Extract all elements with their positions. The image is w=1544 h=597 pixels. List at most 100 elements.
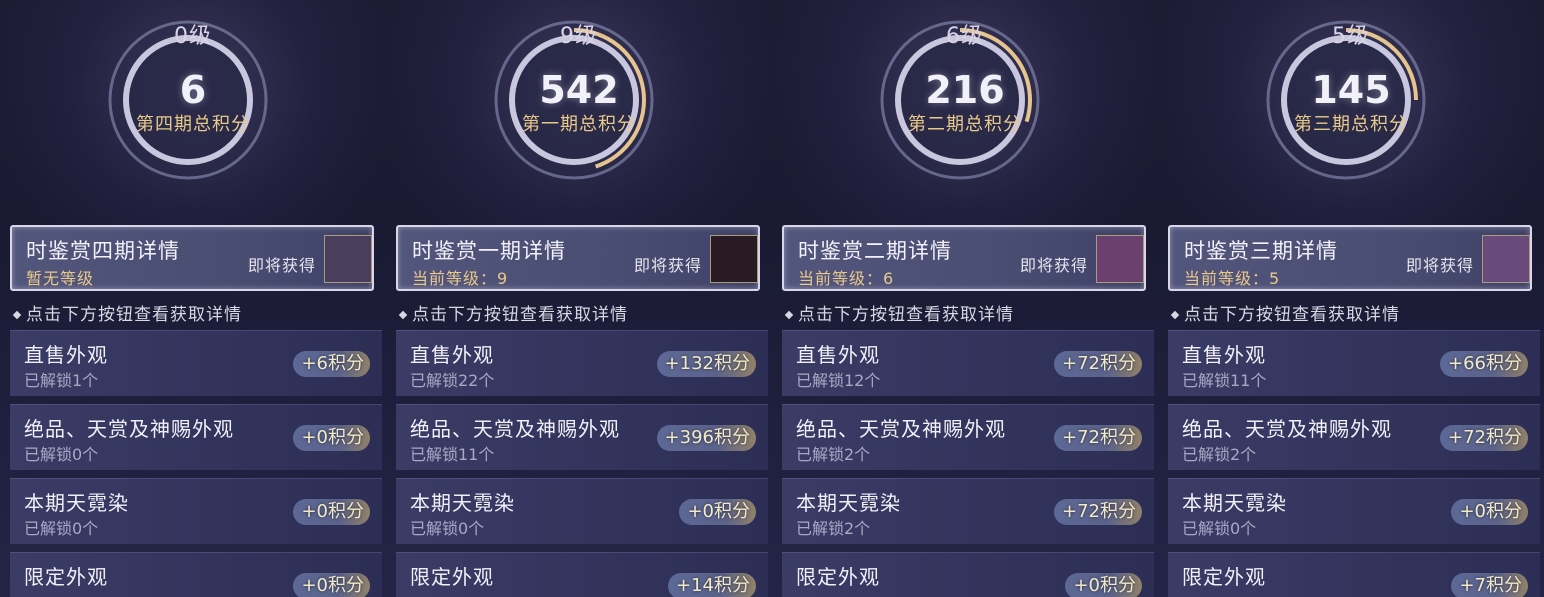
row-unlocked: 已解锁2个 — [1182, 445, 1257, 464]
upcoming-reward-label: 即将获得 — [634, 256, 703, 275]
season-panel-4: 0级 6 第四期总积分 时鉴赏四期详情 暂无等级 即将获得 点击下方按钮查看获取… — [0, 0, 386, 597]
category-row-limited[interactable]: 限定外观 +7积分 — [1168, 552, 1540, 597]
row-title: 绝品、天赏及神赐外观 — [24, 417, 234, 441]
row-title: 限定外观 — [1182, 565, 1266, 589]
current-level: 当前等级：6 — [798, 269, 895, 288]
points-badge: +14积分 — [668, 573, 756, 597]
diamond-icon — [784, 310, 794, 320]
row-title: 本期天霓染 — [24, 491, 129, 515]
row-unlocked: 已解锁0个 — [1182, 519, 1257, 538]
category-row-direct-sale[interactable]: 直售外观 已解锁1个 +6积分 — [10, 330, 382, 396]
season-panel-1: 9级 542 第一期总积分 时鉴赏一期详情 当前等级：9 即将获得 点击下方按钮… — [386, 0, 772, 597]
score-label: 第一期总积分 — [522, 114, 636, 135]
points-badge: +72积分 — [1054, 351, 1142, 377]
current-level: 暂无等级 — [26, 269, 95, 288]
score-label: 第三期总积分 — [1294, 114, 1408, 135]
row-title: 绝品、天赏及神赐外观 — [410, 417, 620, 441]
points-badge: +6积分 — [293, 351, 370, 377]
season-panel-3: 5级 145 第三期总积分 时鉴赏三期详情 当前等级：5 即将获得 点击下方按钮… — [1158, 0, 1544, 597]
level-label: 5级 — [1332, 24, 1370, 49]
row-title: 绝品、天赏及神赐外观 — [796, 417, 1006, 441]
category-row-premium[interactable]: 绝品、天赏及神赐外观 已解锁11个 +396积分 — [396, 404, 768, 470]
category-row-direct-sale[interactable]: 直售外观 已解锁22个 +132积分 — [396, 330, 768, 396]
points-badge: +66积分 — [1440, 351, 1528, 377]
total-score: 542 — [539, 68, 619, 112]
row-unlocked: 已解锁22个 — [410, 371, 495, 390]
diamond-icon — [1170, 310, 1180, 320]
diamond-icon — [398, 310, 408, 320]
points-badge: +0积分 — [679, 499, 756, 525]
row-title: 本期天霓染 — [410, 491, 515, 515]
hint-text: 点击下方按钮查看获取详情 — [1170, 300, 1400, 325]
level-label: 6级 — [946, 24, 984, 49]
reward-thumbnail[interactable] — [324, 235, 372, 283]
row-title: 本期天霓染 — [796, 491, 901, 515]
points-badge: +72积分 — [1054, 425, 1142, 451]
reward-thumbnail[interactable] — [1096, 235, 1144, 283]
row-title: 限定外观 — [796, 565, 880, 589]
detail-title: 时鉴赏一期详情 — [412, 239, 566, 263]
points-badge: +7积分 — [1451, 573, 1528, 597]
row-title: 本期天霓染 — [1182, 491, 1287, 515]
row-unlocked: 已解锁0个 — [410, 519, 485, 538]
points-badge: +132积分 — [656, 351, 756, 377]
upcoming-reward-label: 即将获得 — [248, 256, 317, 275]
category-row-dye[interactable]: 本期天霓染 已解锁2个 +72积分 — [782, 478, 1154, 544]
category-row-limited[interactable]: 限定外观 +14积分 — [396, 552, 768, 597]
row-title: 直售外观 — [796, 343, 880, 367]
level-label: 9级 — [560, 24, 598, 49]
row-title: 绝品、天赏及神赐外观 — [1182, 417, 1392, 441]
points-badge: +0积分 — [293, 573, 370, 597]
hint-text: 点击下方按钮查看获取详情 — [784, 300, 1014, 325]
category-row-dye[interactable]: 本期天霓染 已解锁0个 +0积分 — [1168, 478, 1540, 544]
season-detail-button[interactable]: 时鉴赏四期详情 暂无等级 即将获得 — [10, 225, 374, 291]
category-row-direct-sale[interactable]: 直售外观 已解锁12个 +72积分 — [782, 330, 1154, 396]
upcoming-reward-label: 即将获得 — [1406, 256, 1475, 275]
reward-thumbnail[interactable] — [1482, 235, 1530, 283]
row-unlocked: 已解锁2个 — [796, 519, 871, 538]
points-badge: +72积分 — [1440, 425, 1528, 451]
row-unlocked: 已解锁1个 — [24, 371, 99, 390]
category-row-limited[interactable]: 限定外观 +0积分 — [10, 552, 382, 597]
category-row-direct-sale[interactable]: 直售外观 已解锁11个 +66积分 — [1168, 330, 1540, 396]
total-score: 145 — [1311, 68, 1391, 112]
detail-title: 时鉴赏二期详情 — [798, 239, 952, 263]
category-row-premium[interactable]: 绝品、天赏及神赐外观 已解锁2个 +72积分 — [1168, 404, 1540, 470]
category-row-premium[interactable]: 绝品、天赏及神赐外观 已解锁0个 +0积分 — [10, 404, 382, 470]
row-unlocked: 已解锁11个 — [410, 445, 495, 464]
total-score: 216 — [925, 68, 1005, 112]
detail-title: 时鉴赏三期详情 — [1184, 239, 1338, 263]
category-row-premium[interactable]: 绝品、天赏及神赐外观 已解锁2个 +72积分 — [782, 404, 1154, 470]
row-unlocked: 已解锁12个 — [796, 371, 881, 390]
points-badge: +72积分 — [1054, 499, 1142, 525]
points-badge: +396积分 — [656, 425, 756, 451]
category-row-limited[interactable]: 限定外观 +0积分 — [782, 552, 1154, 597]
points-badge: +0积分 — [1065, 573, 1142, 597]
row-title: 直售外观 — [1182, 343, 1266, 367]
row-unlocked: 已解锁2个 — [796, 445, 871, 464]
diamond-icon — [12, 310, 22, 320]
season-detail-button[interactable]: 时鉴赏一期详情 当前等级：9 即将获得 — [396, 225, 760, 291]
row-unlocked: 已解锁0个 — [24, 445, 99, 464]
total-score: 6 — [179, 68, 207, 112]
upcoming-reward-label: 即将获得 — [1020, 256, 1089, 275]
current-level: 当前等级：9 — [412, 269, 509, 288]
row-title: 限定外观 — [24, 565, 108, 589]
row-title: 限定外观 — [410, 565, 494, 589]
category-row-dye[interactable]: 本期天霓染 已解锁0个 +0积分 — [396, 478, 768, 544]
points-badge: +0积分 — [1451, 499, 1528, 525]
row-unlocked: 已解锁0个 — [24, 519, 99, 538]
reward-thumbnail[interactable] — [710, 235, 758, 283]
season-detail-button[interactable]: 时鉴赏三期详情 当前等级：5 即将获得 — [1168, 225, 1532, 291]
score-label: 第二期总积分 — [908, 114, 1022, 135]
category-row-dye[interactable]: 本期天霓染 已解锁0个 +0积分 — [10, 478, 382, 544]
season-panel-2: 6级 216 第二期总积分 时鉴赏二期详情 当前等级：6 即将获得 点击下方按钮… — [772, 0, 1158, 597]
row-unlocked: 已解锁11个 — [1182, 371, 1267, 390]
level-label: 0级 — [174, 24, 212, 49]
points-badge: +0积分 — [293, 425, 370, 451]
season-detail-button[interactable]: 时鉴赏二期详情 当前等级：6 即将获得 — [782, 225, 1146, 291]
row-title: 直售外观 — [410, 343, 494, 367]
hint-text: 点击下方按钮查看获取详情 — [12, 300, 242, 325]
detail-title: 时鉴赏四期详情 — [26, 239, 180, 263]
row-title: 直售外观 — [24, 343, 108, 367]
